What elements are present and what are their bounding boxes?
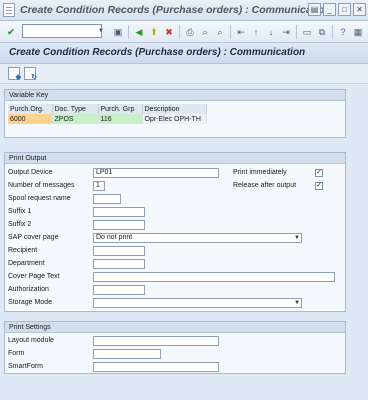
number-of-messages-field[interactable]: 1 (93, 181, 105, 191)
last-page-icon[interactable]: ⇥ (279, 25, 293, 39)
command-field[interactable] (22, 24, 102, 38)
close-button[interactable]: ✕ (353, 3, 366, 16)
suffix-2-field[interactable] (93, 220, 145, 230)
suffix-2-label: Suffix 2 (8, 221, 32, 228)
column-header: Doc. Type (52, 104, 99, 114)
form-label: Form (8, 350, 25, 357)
suffix-1-label: Suffix 1 (8, 208, 32, 215)
print-settings-title: Print Settings (5, 322, 345, 333)
save-icon[interactable]: ▣ (111, 25, 125, 39)
print-immediately-label: Print immediately (233, 169, 287, 176)
doc-type-cell[interactable]: ZPOS (52, 114, 99, 124)
print-icon[interactable]: ⎙ (183, 25, 197, 39)
window-title-bar: Create Condition Records (Purchase order… (0, 0, 368, 21)
print-output-title: Print Output (5, 153, 345, 164)
purch-org-cell[interactable]: 6000 (8, 114, 53, 124)
cover-page-text-label: Cover Page Text (8, 273, 60, 280)
other-condition-record-icon[interactable]: ◆ (8, 67, 21, 81)
variable-key-group: Variable Key Purch.Org. Doc. Type Purch.… (4, 89, 346, 138)
storage-mode-label: Storage Mode (8, 299, 52, 306)
new-session-icon[interactable]: ▭ (300, 25, 314, 39)
authorization-label: Authorization (8, 286, 49, 293)
chevron-down-icon[interactable]: ▼ (95, 25, 107, 37)
document-icon (3, 3, 15, 17)
help-icon[interactable]: ? (336, 25, 350, 39)
chevron-down-icon[interactable]: ▼ (294, 299, 300, 307)
description-cell: Opr-Elec OPH-TH (142, 114, 207, 124)
application-toolbar: ◆ ↻ (0, 64, 368, 84)
refresh-icon[interactable]: ↻ (24, 67, 37, 81)
first-page-icon[interactable]: ⇤ (234, 25, 248, 39)
smartform-label: SmartForm (8, 363, 43, 370)
minimize-button[interactable]: _ (323, 3, 336, 16)
spool-request-name-label: Spool request name (8, 195, 71, 202)
next-page-icon[interactable]: ↓ (264, 25, 278, 39)
recipient-label: Recipient (8, 247, 38, 254)
print-output-group: Print Output Output Device LP01 Print im… (4, 152, 346, 312)
customize-layout-icon[interactable]: ▤ (308, 3, 321, 16)
variable-key-title: Variable Key (5, 90, 345, 101)
back-icon[interactable]: ◀ (132, 25, 146, 39)
layout-module-label: Layout module (8, 337, 54, 344)
customize-icon[interactable]: ▦ (351, 25, 365, 39)
find-icon[interactable]: ⌕ (198, 25, 212, 39)
sap-cover-page-label: SAP cover page (8, 234, 59, 241)
shortcut-icon[interactable]: ⧉ (315, 25, 329, 39)
page-title: Create Condition Records (Purchase order… (9, 47, 306, 58)
cover-page-text-field[interactable] (93, 272, 335, 282)
variable-key-table: Purch.Org. Doc. Type Purch. Grp Descript… (8, 104, 207, 124)
table-row[interactable]: 6000 ZPOS 116 Opr-Elec OPH-TH (8, 114, 207, 124)
find-next-icon[interactable]: ⌕ (213, 25, 227, 39)
output-device-label: Output Device (8, 169, 53, 176)
release-after-output-checkbox[interactable]: ✓ (315, 182, 323, 190)
purch-grp-cell[interactable]: 116 (98, 114, 143, 124)
recipient-field[interactable] (93, 246, 145, 256)
chevron-down-icon[interactable]: ▼ (294, 234, 300, 242)
number-of-messages-label: Number of messages (8, 182, 75, 189)
maximize-button[interactable]: □ (338, 3, 351, 16)
department-label: Department (8, 260, 45, 267)
cancel-icon[interactable]: ✖ (162, 25, 176, 39)
authorization-field[interactable] (93, 285, 145, 295)
output-device-field[interactable]: LP01 (93, 168, 219, 178)
smartform-field[interactable] (93, 362, 219, 372)
suffix-1-field[interactable] (93, 207, 145, 217)
enter-icon[interactable]: ✔ (4, 25, 18, 39)
column-header: Purch.Org. (8, 104, 53, 114)
sap-cover-page-select[interactable]: Do not print ▼ (93, 233, 302, 243)
previous-page-icon[interactable]: ↑ (249, 25, 263, 39)
column-header: Purch. Grp (98, 104, 143, 114)
column-header: Description (142, 104, 207, 114)
standard-toolbar: ✔ ▼ ▣ ◀ ⬆ ✖ ⎙ ⌕ ⌕ ⇤ ↑ ↓ ⇥ ▭ ⧉ ? ▦ (0, 21, 368, 43)
window-title: Create Condition Records (Purchase order… (20, 4, 331, 16)
print-immediately-checkbox[interactable]: ✓ (315, 169, 323, 177)
release-after-output-label: Release after output (233, 182, 297, 189)
form-field[interactable] (93, 349, 161, 359)
screen-header: Create Condition Records (Purchase order… (0, 43, 368, 64)
department-field[interactable] (93, 259, 145, 269)
layout-module-field[interactable] (93, 336, 219, 346)
storage-mode-select[interactable]: ▼ (93, 298, 302, 308)
exit-icon[interactable]: ⬆ (147, 25, 161, 39)
sap-cover-page-value: Do not print (96, 234, 133, 241)
spool-request-name-field[interactable] (93, 194, 121, 204)
print-settings-group: Print Settings Layout module Form SmartF… (4, 321, 346, 374)
